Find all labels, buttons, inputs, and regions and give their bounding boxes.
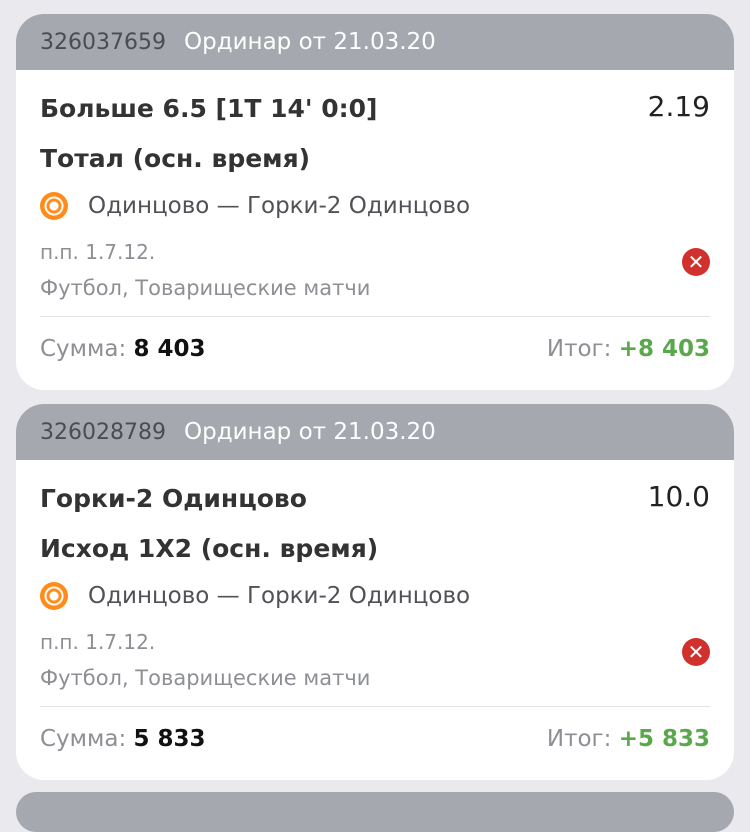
bet-result: Итог: +8 403: [547, 336, 710, 362]
bet-odds: 10.0: [647, 480, 710, 513]
result-label: Итог:: [546, 726, 612, 752]
bet-odds: 2.19: [647, 90, 710, 123]
result-label: Итог:: [546, 336, 612, 362]
bet-meta-code: п.п. 1.7.12.: [40, 630, 156, 654]
bet-card-body: Горки-2 Одинцово 10.0 Исход 1X2 (осн. вр…: [16, 460, 734, 780]
bet-meta-sport: Футбол, Товарищеские матчи: [40, 666, 371, 690]
bet-card-header: 326028789 Ординар от 21.03.20: [16, 404, 734, 460]
bet-card-body: Больше 6.5 [1Т 14' 0:0] 2.19 Тотал (осн.…: [16, 70, 734, 390]
bet-sum: Сумма: 8 403: [40, 336, 206, 362]
bet-market: Исход 1X2 (осн. время): [40, 534, 379, 563]
result-value: +5 833: [618, 726, 710, 752]
event-row: Одинцово — Горки-2 Одинцово: [40, 582, 470, 610]
bet-meta-sport: Футбол, Товарищеские матчи: [40, 276, 371, 300]
football-icon: [40, 582, 68, 610]
bet-type-label: Ординар от 21.03.20: [183, 29, 436, 55]
bet-market: Тотал (осн. время): [40, 144, 311, 173]
bet-card[interactable]: 326037659 Ординар от 21.03.20 Больше 6.5…: [16, 14, 734, 390]
bet-result: Итог: +5 833: [547, 726, 710, 752]
result-value: +8 403: [618, 336, 710, 362]
bet-card[interactable]: 326028789 Ординар от 21.03.20 Горки-2 Од…: [16, 404, 734, 780]
event-name: Одинцово — Горки-2 Одинцово: [88, 583, 471, 609]
sum-label: Сумма:: [40, 726, 127, 752]
bet-type-label: Ординар от 21.03.20: [183, 419, 436, 445]
bet-id: 326028789: [40, 419, 166, 445]
close-icon: ✕: [682, 248, 710, 276]
event-name: Одинцово — Горки-2 Одинцово: [88, 193, 471, 219]
divider: [40, 316, 710, 317]
bet-card-header: 326037659 Ординар от 21.03.20: [16, 14, 734, 70]
bet-card-header: [16, 792, 734, 832]
divider: [40, 706, 710, 707]
sum-label: Сумма:: [40, 336, 127, 362]
bet-selection: Горки-2 Одинцово: [40, 484, 307, 513]
bet-selection: Больше 6.5 [1Т 14' 0:0]: [40, 94, 378, 123]
sum-value: 5 833: [133, 726, 206, 752]
event-row: Одинцово — Горки-2 Одинцово: [40, 192, 470, 220]
sum-value: 8 403: [133, 336, 206, 362]
football-icon: [40, 192, 68, 220]
bet-id: 326037659: [40, 29, 166, 55]
bet-meta-code: п.п. 1.7.12.: [40, 240, 156, 264]
bet-sum: Сумма: 5 833: [40, 726, 206, 752]
close-icon: ✕: [682, 638, 710, 666]
bet-card-partial[interactable]: [16, 792, 734, 832]
